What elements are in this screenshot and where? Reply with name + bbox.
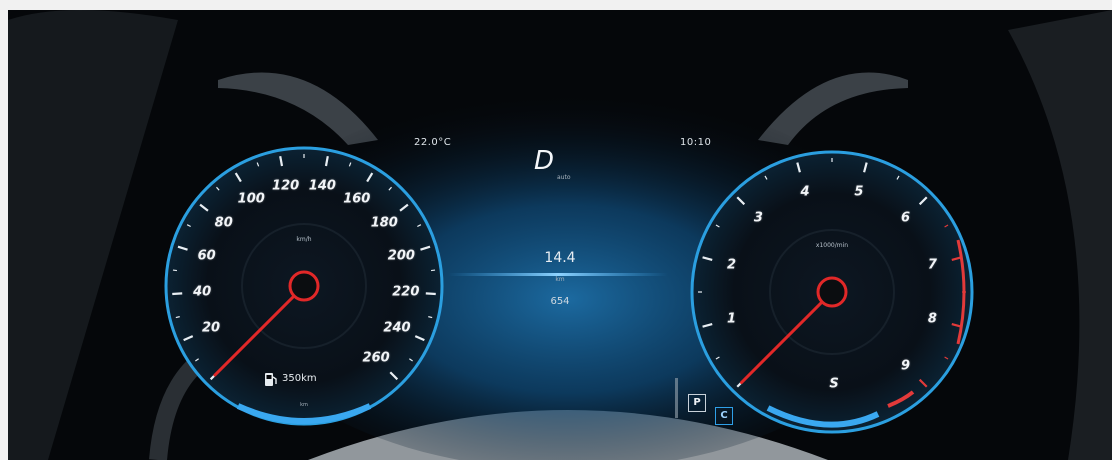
- fuel-range-value: 350km: [282, 373, 317, 384]
- speedometer-label-120: 120: [272, 178, 300, 194]
- trip-distance-value: 654: [550, 296, 570, 307]
- drive-mode-label: S: [829, 376, 839, 392]
- gear-mode-label: auto: [557, 174, 571, 181]
- speedometer-major-tick: [425, 292, 436, 296]
- tachometer-label-2: 2: [727, 257, 737, 273]
- speedometer-label-100: 100: [237, 191, 265, 207]
- speedometer-label-80: 80: [214, 215, 233, 231]
- speedometer-label-40: 40: [193, 284, 212, 300]
- indicator-bar-left: [675, 378, 678, 418]
- speedometer-hub: [288, 270, 320, 302]
- tachometer-label-4: 4: [800, 184, 810, 200]
- cluster-graphics: [8, 10, 1112, 460]
- tachometer-label-9: 9: [901, 358, 911, 374]
- speedometer-major-tick: [172, 292, 183, 296]
- tachometer-label-7: 7: [927, 257, 937, 273]
- speedometer-unit: km/h: [296, 236, 312, 243]
- speedometer-label-260: 260: [362, 350, 390, 366]
- odometer-unit: km: [300, 402, 308, 408]
- tachometer-label-8: 8: [927, 311, 937, 327]
- left-cowl: [8, 10, 178, 460]
- trip-unit-label: km: [555, 276, 565, 283]
- indicator-box-2: C: [715, 407, 733, 425]
- tachometer-label-6: 6: [901, 210, 911, 226]
- tachometer-label-5: 5: [854, 184, 864, 200]
- speedometer-label-160: 160: [343, 191, 371, 207]
- instrument-cluster: 22.0°C 10:10 D auto 14.4 km 654 km/h x10…: [8, 10, 1112, 460]
- right-cowl: [1008, 10, 1112, 460]
- indicator-box-1: P: [688, 394, 706, 412]
- clock: 10:10: [680, 137, 712, 148]
- speedometer-label-140: 140: [308, 178, 336, 194]
- outside-temperature: 22.0°C: [414, 137, 452, 148]
- speedometer-label-200: 200: [387, 248, 415, 264]
- fuel-pump-icon: [265, 373, 277, 386]
- tachometer-unit: x1000/min: [815, 242, 849, 249]
- trip-consumption-value: 14.4: [544, 250, 576, 266]
- gear-indicator: D: [534, 146, 555, 176]
- speedometer-label-220: 220: [392, 284, 420, 300]
- speedometer-label-240: 240: [383, 320, 411, 336]
- speedometer-label-20: 20: [201, 320, 221, 336]
- tachometer-hub: [816, 276, 848, 308]
- tachometer-label-3: 3: [753, 210, 763, 226]
- tachometer-label-1: 1: [727, 311, 737, 327]
- speedometer-label-60: 60: [197, 248, 216, 264]
- speedometer-label-180: 180: [370, 215, 398, 231]
